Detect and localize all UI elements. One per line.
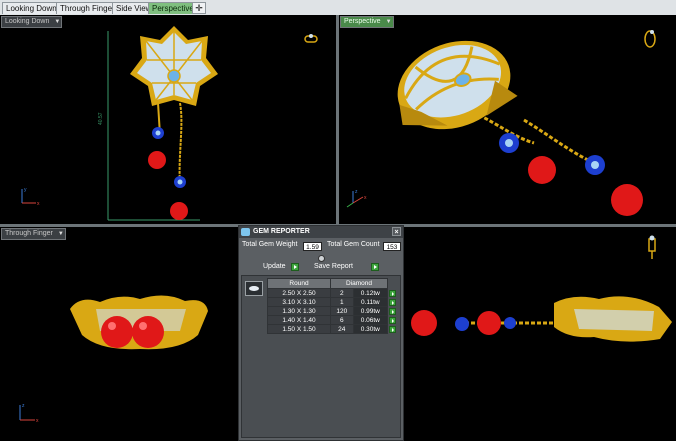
tab-through-finger[interactable]: Through Finger [56,2,119,14]
pendant-perspective-view: z x [346,30,656,216]
gem-size: 1.50 X 1.50 [267,324,331,334]
dimension-label: 40.57 [98,112,104,125]
gem-size: 2.50 X 2.50 [267,288,331,298]
column-header-material: Diamond [330,278,388,289]
gem-count: 24 [330,324,354,334]
select-gem-button[interactable] [389,307,396,315]
gem-size: 3.10 X 3.10 [267,297,331,307]
gem-weight: 0.11tw [352,297,389,307]
update-button[interactable] [291,263,299,271]
gem-size: 1.30 X 1.30 [267,306,331,316]
gem-table-area: Round Diamond 2.50 X 2.50 2 0.12tw 3.10 … [241,275,401,438]
gem-weight: 0.30tw [352,324,389,334]
viewport-side-view[interactable] [404,227,676,441]
total-gem-count-value: 153 [383,242,401,251]
tab-looking-down[interactable]: Looking Down [2,2,61,14]
gem-weight: 0.12tw [352,288,389,298]
gem-reporter-panel: GEM REPORTER × Total Gem Weight 1.59 Tot… [238,225,404,441]
gem-weight: 0.06tw [352,315,389,325]
add-tab-button[interactable]: ✛ [192,2,206,14]
gem-reporter-title: GEM REPORTER [253,228,310,235]
gem-reporter-header: GEM REPORTER × [239,226,403,238]
total-gem-count-label: Total Gem Count [327,241,380,248]
gem-size: 1.40 X 1.40 [267,315,331,325]
save-report-button[interactable] [371,263,379,271]
table-row[interactable]: 1.40 X 1.40 6 0.06tw [267,315,398,325]
table-row[interactable]: 3.10 X 3.10 1 0.11tw [267,297,398,307]
column-header-shape: Round [267,278,331,289]
pendant-front-view: z x [19,295,208,424]
close-icon[interactable]: × [392,227,401,236]
viewport-looking-down[interactable]: Looking Down ▼ 40.57 y x [0,15,336,224]
select-gem-button[interactable] [389,325,396,333]
x-axis-label: x [364,195,367,201]
gem-weight: 0.99tw [352,306,389,316]
gem-table: Round Diamond 2.50 X 2.50 2 0.12tw 3.10 … [267,278,398,334]
x-axis-label: x [36,418,39,424]
total-gem-weight-label: Total Gem Weight [242,241,298,248]
ring-orientation-icon [648,235,656,259]
gem-count: 1 [330,297,354,307]
save-report-label: Save Report [314,263,353,270]
z-axis-label: z [22,403,25,409]
viewport-perspective[interactable]: Perspective ▼ z x [339,15,676,224]
view-tab-bar: Looking Down Through Finger Side View Pe… [0,0,676,16]
viewport-through-finger[interactable]: Through Finger ▼ z x [0,227,238,441]
ring-orientation-icon [304,34,318,43]
table-row[interactable]: 2.50 X 2.50 2 0.12tw [267,288,398,298]
y-axis-label: y [24,187,27,193]
gem-count: 6 [330,315,354,325]
select-gem-button[interactable] [389,316,396,324]
table-row[interactable]: 1.50 X 1.50 24 0.30tw [267,324,398,334]
select-gem-button[interactable] [389,298,396,306]
collapse-toggle-icon[interactable] [318,255,325,262]
gem-count: 120 [330,306,354,316]
gem-icon [241,228,250,236]
pendant-top-view: 40.57 y x [21,26,318,221]
z-axis-label: z [355,189,358,195]
pendant-side-view [411,235,672,342]
x-axis-label: x [37,201,40,207]
table-row[interactable]: 1.30 X 1.30 120 0.99tw [267,306,398,316]
select-gem-button[interactable] [389,289,396,297]
ring-orientation-icon [644,30,656,48]
round-diamond-icon[interactable] [245,281,263,296]
total-gem-weight-value: 1.59 [303,242,322,251]
gem-count: 2 [330,288,354,298]
tab-perspective[interactable]: Perspective [148,2,198,14]
update-label: Update [263,263,286,270]
